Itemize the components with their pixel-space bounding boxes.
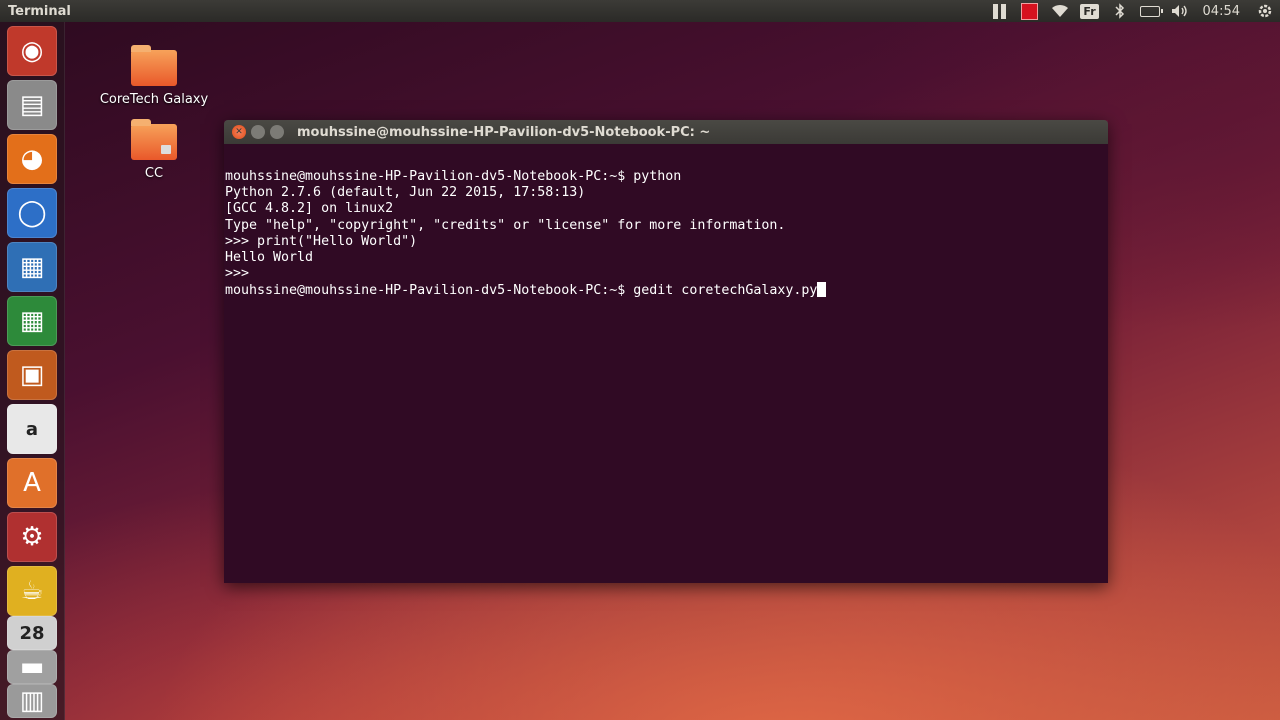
terminal-line: Type "help", "copyright", "credits" or "… bbox=[225, 218, 1108, 234]
terminal-window: ✕ mouhssine@mouhssine-HP-Pavilion-dv5-No… bbox=[224, 120, 1108, 583]
terminal-line: [GCC 4.8.2] on linux2 bbox=[225, 201, 1108, 217]
battery-icon[interactable] bbox=[1138, 0, 1163, 22]
ubuntu-dash-icon[interactable]: ◉ bbox=[7, 26, 57, 76]
launcher-glyph: ◕ bbox=[20, 144, 44, 174]
window-title: mouhssine@mouhssine-HP-Pavilion-dv5-Note… bbox=[297, 124, 711, 140]
launcher-glyph: ⚙ bbox=[20, 522, 44, 552]
power-gear-icon[interactable] bbox=[1253, 0, 1277, 22]
launcher-glyph: ☕ bbox=[20, 576, 44, 606]
keyboard-layout-label: Fr bbox=[1080, 3, 1099, 19]
folder-icon bbox=[131, 45, 177, 86]
launcher-glyph: ▣ bbox=[19, 360, 45, 390]
impress-icon[interactable]: ▣ bbox=[7, 350, 57, 400]
trash-icon[interactable]: ▥ bbox=[7, 684, 57, 718]
launcher-glyph: ▦ bbox=[19, 252, 45, 282]
launcher-glyph: ▬ bbox=[19, 652, 45, 682]
launcher-glyph: A bbox=[23, 468, 41, 498]
pause-icon[interactable] bbox=[988, 0, 1012, 22]
system-settings-icon[interactable]: ⚙ bbox=[7, 512, 57, 562]
launcher-glyph: a bbox=[25, 418, 39, 440]
launcher-glyph: ◯ bbox=[17, 198, 47, 228]
teapot-icon[interactable]: ☕ bbox=[7, 566, 57, 616]
terminal-title-bar[interactable]: ✕ mouhssine@mouhssine-HP-Pavilion-dv5-No… bbox=[224, 120, 1108, 144]
desktop-icon-label: CC bbox=[144, 166, 164, 181]
launcher-glyph: 28 bbox=[19, 622, 45, 644]
terminal-line: Hello World bbox=[225, 250, 1108, 266]
launcher-glyph: ▦ bbox=[19, 306, 45, 336]
minimize-button[interactable] bbox=[251, 125, 265, 139]
lock-icon bbox=[161, 145, 171, 154]
terminal-line-text: mouhssine@mouhssine-HP-Pavilion-dv5-Note… bbox=[225, 169, 682, 184]
terminal-line-text: mouhssine@mouhssine-HP-Pavilion-dv5-Note… bbox=[225, 283, 818, 299]
software-center-icon[interactable]: A bbox=[7, 458, 57, 508]
terminal-line-text: Python 2.7.6 (default, Jun 22 2015, 17:5… bbox=[225, 185, 586, 201]
terminal-line-text: [GCC 4.8.2] on linux2 bbox=[225, 201, 394, 217]
terminal-line: mouhssine@mouhssine-HP-Pavilion-dv5-Note… bbox=[225, 169, 1108, 185]
calc-icon[interactable]: ▦ bbox=[7, 296, 57, 346]
amazon-icon[interactable]: a bbox=[7, 404, 57, 454]
launcher-glyph: ▥ bbox=[19, 686, 45, 716]
top-panel: Terminal Fr 04:54 bbox=[0, 0, 1280, 22]
terminal-line-text: >>> print("Hello World") bbox=[225, 233, 418, 249]
scanner-icon[interactable]: ▬ bbox=[7, 650, 57, 684]
desktop-folder-cc[interactable]: CC bbox=[99, 119, 209, 181]
terminal-line-text: Type "help", "copyright", "credits" or "… bbox=[225, 217, 786, 233]
launcher: ◉ ▤ ◕ ◯ ▦ ▦ ▣ a A ⚙ ☕ 28 ▬ ▥ bbox=[0, 22, 65, 720]
calendar-icon[interactable]: 28 bbox=[7, 616, 57, 650]
launcher-glyph: ▤ bbox=[19, 90, 45, 120]
terminal-cursor bbox=[817, 282, 827, 298]
terminal-line: >>> bbox=[225, 266, 1108, 282]
indicator-area: Fr 04:54 bbox=[985, 0, 1280, 22]
terminal-line: mouhssine@mouhssine-HP-Pavilion-dv5-Note… bbox=[225, 282, 1108, 298]
close-button[interactable]: ✕ bbox=[232, 125, 246, 139]
active-app-title: Terminal bbox=[8, 3, 71, 19]
writer-icon[interactable]: ▦ bbox=[7, 242, 57, 292]
terminal-line-text: Hello World bbox=[225, 249, 314, 265]
launcher-glyph: ◉ bbox=[20, 36, 44, 66]
firefox-icon[interactable]: ◕ bbox=[7, 134, 57, 184]
terminal-line: >>> print("Hello World") bbox=[225, 234, 1108, 250]
desktop-icon-label: CoreTech Galaxy bbox=[99, 92, 209, 107]
record-stop-icon[interactable] bbox=[1018, 0, 1042, 22]
terminal-line: Python 2.7.6 (default, Jun 22 2015, 17:5… bbox=[225, 185, 1108, 201]
keyboard-layout-indicator[interactable]: Fr bbox=[1078, 0, 1102, 22]
locked-folder-icon bbox=[131, 119, 177, 160]
maximize-button[interactable] bbox=[270, 125, 284, 139]
chromium-icon[interactable]: ◯ bbox=[7, 188, 57, 238]
files-icon[interactable]: ▤ bbox=[7, 80, 57, 130]
wifi-icon[interactable] bbox=[1048, 0, 1072, 22]
bluetooth-icon[interactable] bbox=[1108, 0, 1132, 22]
terminal-output[interactable]: mouhssine@mouhssine-HP-Pavilion-dv5-Note… bbox=[224, 144, 1108, 583]
clock[interactable]: 04:54 bbox=[1203, 0, 1240, 22]
terminal-line-text: >>> bbox=[225, 266, 258, 282]
desktop-folder-coretech-galaxy[interactable]: CoreTech Galaxy bbox=[99, 45, 209, 107]
volume-icon[interactable] bbox=[1168, 0, 1192, 22]
